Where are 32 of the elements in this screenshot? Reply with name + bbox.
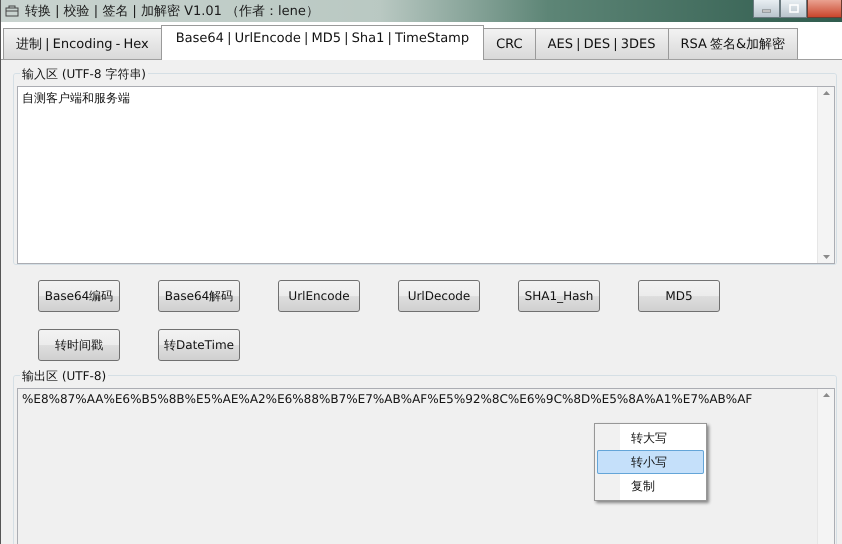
maximize-icon (788, 4, 798, 13)
field-text: %E8%87%AA%E6%B5%8B%E5%AE%A2%E6%88%B7%E7%AB%AF%E5%92%8C%E6%9C%8D%E5%8A%A1%E7%AB%AF (22, 392, 752, 406)
menu-item[interactable]: 转小写 (597, 450, 704, 474)
input-area[interactable]: 自测客户端和服务端 (17, 86, 835, 264)
action-button[interactable]: MD5 (638, 280, 720, 312)
group-label: 输出区 (UTF-8) (20, 368, 108, 385)
briefcase-icon (5, 4, 19, 18)
tab[interactable]: AES | DES | 3DES (534, 28, 668, 59)
action-button[interactable]: 转DateTime (158, 329, 240, 361)
scrollbar[interactable] (817, 389, 834, 544)
action-button[interactable]: UrlEncode (278, 280, 360, 312)
menu-item[interactable]: 复制 (597, 474, 704, 498)
action-button[interactable]: SHA1_Hash (518, 280, 600, 312)
action-button[interactable]: 转时间戳 (38, 329, 120, 361)
group-label: 输入区 (UTF-8 字符串) (20, 66, 148, 83)
action-button[interactable]: Base64解码 (158, 280, 240, 312)
action-button[interactable]: Base64编码 (38, 280, 120, 312)
menu-item[interactable]: 转大写 (597, 426, 704, 450)
window-title: 转换 | 校验 | 签名 | 加解密 V1.01 （作者：lene） (25, 3, 319, 20)
scroll-down-icon[interactable] (822, 255, 830, 259)
close-button[interactable] (807, 0, 842, 18)
tab[interactable]: RSA 签名&加解密 (668, 28, 798, 59)
scroll-up-icon[interactable] (822, 91, 830, 95)
scroll-up-icon[interactable] (822, 393, 830, 397)
tab[interactable]: 进制 | Encoding - Hex (3, 28, 162, 59)
minimize-button[interactable] (753, 0, 780, 18)
scrollbar[interactable] (817, 87, 834, 263)
field-text: 自测客户端和服务端 (22, 91, 130, 105)
maximize-button[interactable] (780, 0, 807, 18)
tab[interactable]: CRC (483, 28, 536, 59)
tab[interactable]: Base64 | UrlEncode | MD5 | Sha1 | TimeStamp (160, 25, 484, 60)
action-button[interactable]: UrlDecode (398, 280, 480, 312)
